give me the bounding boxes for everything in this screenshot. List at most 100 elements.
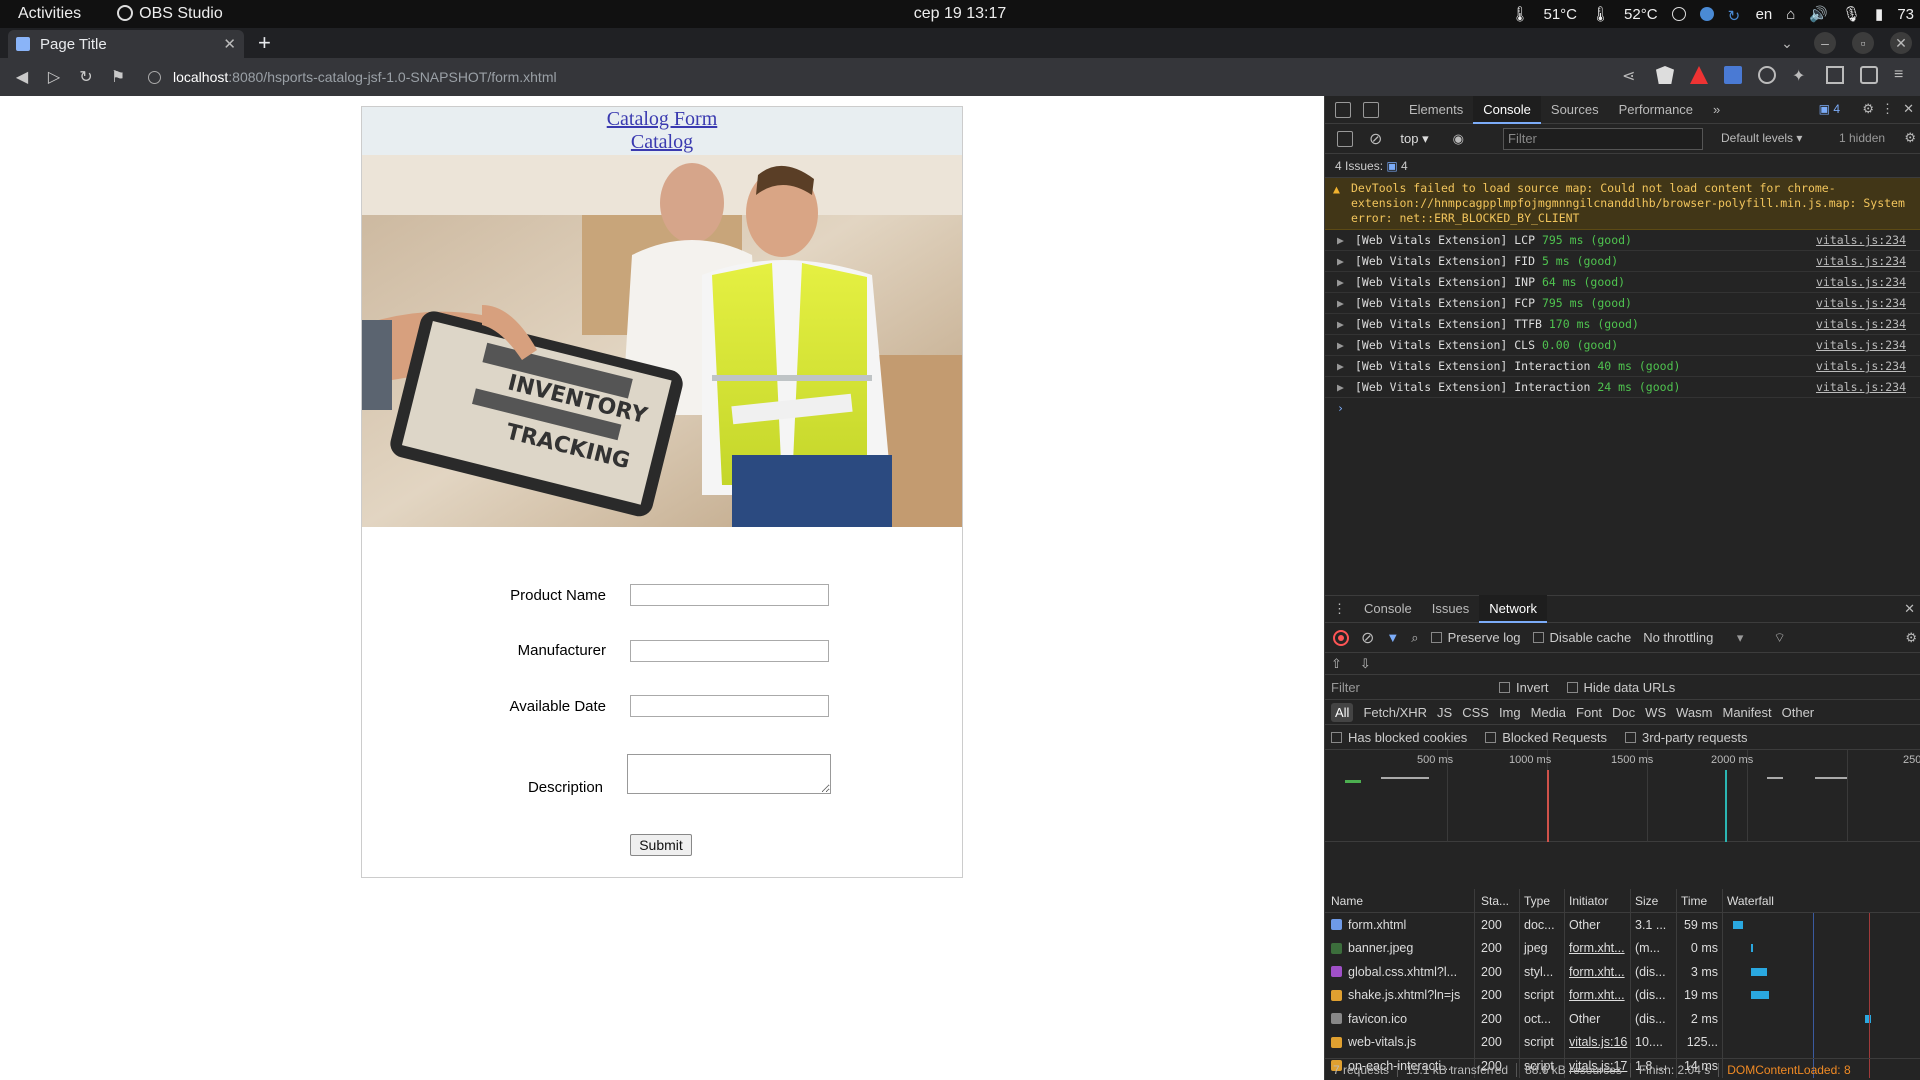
column-type[interactable]: Type — [1520, 889, 1565, 912]
available-date-input[interactable] — [630, 695, 829, 717]
search-icon[interactable]: ⌕ — [1411, 630, 1418, 646]
tab-search-icon[interactable]: ⌄ — [1776, 32, 1798, 54]
table-row[interactable]: web-vitals.js 200 script vitals.js:16 10....… — [1325, 1030, 1920, 1054]
request-initiator[interactable]: form.xht... — [1565, 936, 1631, 960]
type-filter-ws[interactable]: WS — [1645, 705, 1666, 720]
type-filter-media[interactable]: Media — [1531, 705, 1566, 720]
column-waterfall[interactable]: Waterfall — [1723, 889, 1920, 912]
hide-data-urls-checkbox[interactable]: Hide data URLs — [1566, 680, 1675, 695]
console-prompt[interactable]: › — [1325, 398, 1920, 418]
description-textarea[interactable] — [627, 754, 831, 794]
clear-network-icon[interactable]: ⊘ — [1361, 628, 1374, 648]
column-status[interactable]: Sta... — [1475, 889, 1520, 912]
drawer-tab-issues[interactable]: Issues — [1422, 595, 1480, 623]
blocked-cookies-checkbox[interactable]: Has blocked cookies — [1331, 730, 1467, 745]
drawer-tab-console[interactable]: Console — [1354, 595, 1422, 623]
sidebar-icon[interactable] — [1826, 66, 1844, 84]
expand-arrow-icon[interactable]: ▶ — [1337, 272, 1344, 293]
close-tab-icon[interactable]: ✕ — [223, 35, 236, 53]
expand-arrow-icon[interactable]: ▶ — [1337, 230, 1344, 251]
table-row[interactable]: form.xhtml 200 doc... Other 3.1 ... 59 ms — [1325, 913, 1920, 937]
log-source-link[interactable]: vitals.js:234 — [1816, 314, 1906, 335]
settings-gear-icon[interactable]: ⚙ — [1862, 101, 1874, 117]
catalog-form-link[interactable]: Catalog Form — [362, 108, 962, 131]
log-source-link[interactable]: vitals.js:234 — [1816, 272, 1906, 293]
battery-icon[interactable]: ▮ — [1875, 5, 1883, 23]
minimize-icon[interactable]: – — [1814, 32, 1836, 54]
activities-button[interactable]: Activities — [18, 5, 81, 23]
product-name-input[interactable] — [630, 584, 829, 606]
reload-icon[interactable]: ↻ — [70, 67, 102, 87]
microphone-icon[interactable]: 🎙 — [1842, 5, 1861, 23]
import-har-icon[interactable]: ⇧ — [1331, 656, 1342, 672]
live-expression-eye-icon[interactable]: ◉ — [1453, 131, 1464, 147]
tab-sources[interactable]: Sources — [1541, 96, 1609, 124]
console-settings-icon[interactable]: ⚙ — [1904, 130, 1916, 146]
inspect-element-icon[interactable] — [1335, 101, 1351, 118]
blocked-requests-checkbox[interactable]: Blocked Requests — [1485, 730, 1607, 745]
brave-shield-icon[interactable] — [1656, 66, 1674, 84]
site-info-icon[interactable] — [148, 70, 161, 84]
tab-performance[interactable]: Performance — [1609, 96, 1703, 124]
console-log-row[interactable]: ▶ [Web Vitals Extension] Interaction 40 m… — [1325, 356, 1920, 377]
throttling-dropdown[interactable]: No throttling ▾ — [1643, 630, 1743, 646]
submit-button[interactable]: Submit — [630, 834, 692, 856]
rewards-icon[interactable] — [1690, 66, 1708, 84]
obs-studio-app-menu[interactable]: OBS Studio — [117, 5, 223, 23]
menu-icon[interactable]: ≡ — [1894, 66, 1912, 84]
log-levels-dropdown[interactable]: Default levels ▾ — [1721, 131, 1802, 145]
console-log-row[interactable]: ▶ [Web Vitals Extension] LCP 795 ms (good… — [1325, 230, 1920, 251]
export-har-icon[interactable]: ⇩ — [1360, 656, 1371, 672]
drawer-tab-network[interactable]: Network — [1479, 595, 1547, 623]
type-filter-fetch-xhr[interactable]: Fetch/XHR — [1363, 705, 1427, 720]
network-icon[interactable]: ⌂ — [1786, 6, 1795, 23]
console-filter-input[interactable]: Filter — [1503, 128, 1703, 150]
tray-app-icon[interactable] — [1671, 7, 1686, 21]
sidebar-toggle-icon[interactable] — [1337, 130, 1353, 147]
log-source-link[interactable]: vitals.js:234 — [1816, 377, 1906, 398]
context-selector[interactable]: top ▾ — [1400, 131, 1428, 147]
share-icon[interactable]: ⋖ — [1622, 66, 1640, 85]
network-filter-input[interactable]: Filter — [1331, 680, 1481, 695]
clear-console-icon[interactable]: ⊘ — [1369, 129, 1382, 149]
table-row[interactable]: global.css.xhtml?l... 200 styl... form.xht.… — [1325, 960, 1920, 984]
log-source-link[interactable]: vitals.js:234 — [1816, 251, 1906, 272]
wallet-icon[interactable] — [1860, 66, 1878, 84]
back-icon[interactable]: ◀ — [6, 67, 38, 87]
invert-checkbox[interactable]: Invert — [1499, 680, 1549, 695]
record-icon[interactable] — [1333, 629, 1349, 646]
console-log-row[interactable]: ▶ [Web Vitals Extension] CLS 0.00 (good) v… — [1325, 335, 1920, 356]
log-source-link[interactable]: vitals.js:234 — [1816, 335, 1906, 356]
extensions-icon[interactable]: ✦ — [1792, 66, 1810, 85]
request-initiator[interactable]: vitals.js:16 — [1565, 1030, 1631, 1054]
expand-arrow-icon[interactable]: ▶ — [1337, 335, 1344, 356]
type-filter-font[interactable]: Font — [1576, 705, 1602, 720]
table-row[interactable]: banner.jpeg 200 jpeg form.xht... (m... 0 ms — [1325, 936, 1920, 960]
type-filter-wasm[interactable]: Wasm — [1676, 705, 1712, 720]
close-devtools-icon[interactable]: ✕ — [1903, 101, 1914, 117]
close-drawer-icon[interactable]: ✕ — [1904, 601, 1915, 617]
catalog-link[interactable]: Catalog — [362, 131, 962, 154]
network-conditions-icon[interactable]: ⌔ — [1773, 630, 1785, 646]
expand-arrow-icon[interactable]: ▶ — [1337, 356, 1344, 377]
type-filter-img[interactable]: Img — [1499, 705, 1521, 720]
console-log-row[interactable]: ▶ [Web Vitals Extension] Interaction 24 m… — [1325, 377, 1920, 398]
forward-icon[interactable]: ▷ — [38, 67, 70, 87]
third-party-checkbox[interactable]: 3rd-party requests — [1625, 730, 1748, 745]
log-source-link[interactable]: vitals.js:234 — [1816, 356, 1906, 377]
preserve-log-checkbox[interactable]: Preserve log — [1430, 630, 1521, 645]
type-filter-other[interactable]: Other — [1782, 705, 1815, 720]
column-initiator[interactable]: Initiator — [1565, 889, 1631, 912]
console-log-row[interactable]: ▶ [Web Vitals Extension] FID 5 ms (good) v… — [1325, 251, 1920, 272]
type-filter-js[interactable]: JS — [1437, 705, 1452, 720]
bookmark-icon[interactable]: ⚑ — [102, 67, 134, 87]
tray-sync-icon[interactable]: ↻ — [1728, 7, 1742, 25]
table-row[interactable]: favicon.ico 200 oct... Other (dis... 2 ms — [1325, 1007, 1920, 1031]
type-filter-all[interactable]: All — [1331, 702, 1354, 722]
more-tabs-icon[interactable]: » — [1703, 96, 1730, 124]
more-options-icon[interactable]: ⋮ — [1881, 101, 1894, 117]
expand-arrow-icon[interactable]: ▶ — [1337, 293, 1344, 314]
request-name[interactable]: banner.jpeg — [1325, 936, 1475, 960]
disable-cache-checkbox[interactable]: Disable cache — [1532, 630, 1631, 645]
volume-icon[interactable]: 🔊 — [1809, 5, 1828, 23]
